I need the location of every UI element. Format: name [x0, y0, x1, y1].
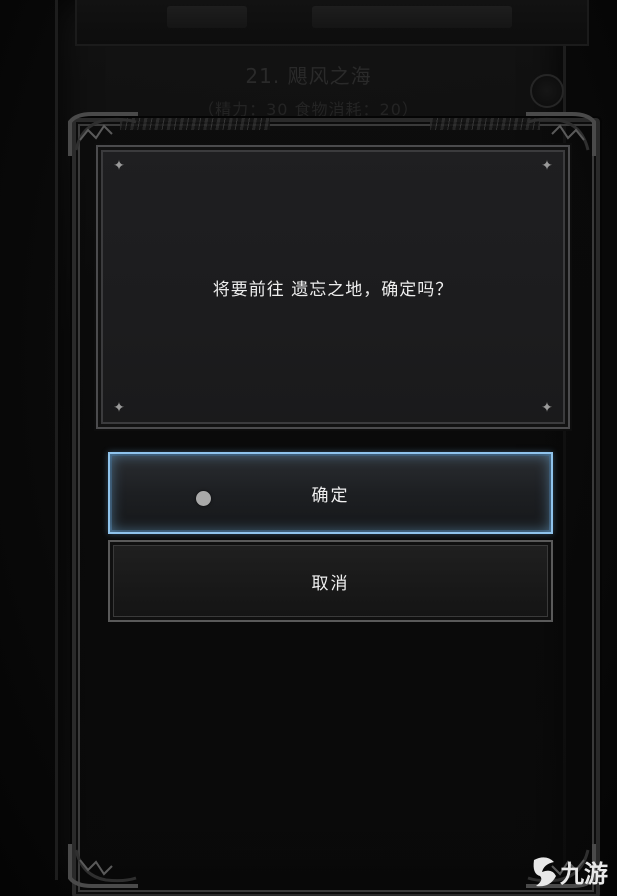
background-header-tab: [167, 6, 247, 28]
background-header-bar: [75, 0, 589, 46]
cancel-button[interactable]: 取消: [108, 540, 553, 622]
frame-corner-ornament-icon: [68, 844, 138, 888]
confirm-button-label: 确定: [311, 485, 350, 506]
game-screen: 21. 飓风之海 （精力：30 食物消耗：20） ✦ ✦ ✦ ✦ 将要前往 遗忘…: [0, 0, 617, 896]
background-header-tab: [312, 6, 512, 28]
dialog-message: 将要前往 遗忘之地，确定吗？: [212, 280, 454, 300]
sparkle-icon: ✦: [541, 400, 553, 416]
sparkle-icon: ✦: [113, 400, 125, 416]
sparkle-icon: ✦: [541, 158, 553, 174]
dialog-message-box: ✦ ✦ ✦ ✦ 将要前往 遗忘之地，确定吗？: [96, 145, 570, 429]
watermark-logo: 九游: [533, 857, 608, 888]
watermark-text: 九游: [559, 860, 608, 888]
sparkle-icon: ✦: [113, 158, 125, 174]
background-level-title: 21. 飓风之海: [245, 64, 372, 88]
confirm-button[interactable]: 确定: [108, 452, 553, 534]
background-knob-icon: [530, 74, 564, 108]
cancel-button-label: 取消: [311, 573, 350, 594]
touch-indicator-icon: [196, 491, 211, 506]
